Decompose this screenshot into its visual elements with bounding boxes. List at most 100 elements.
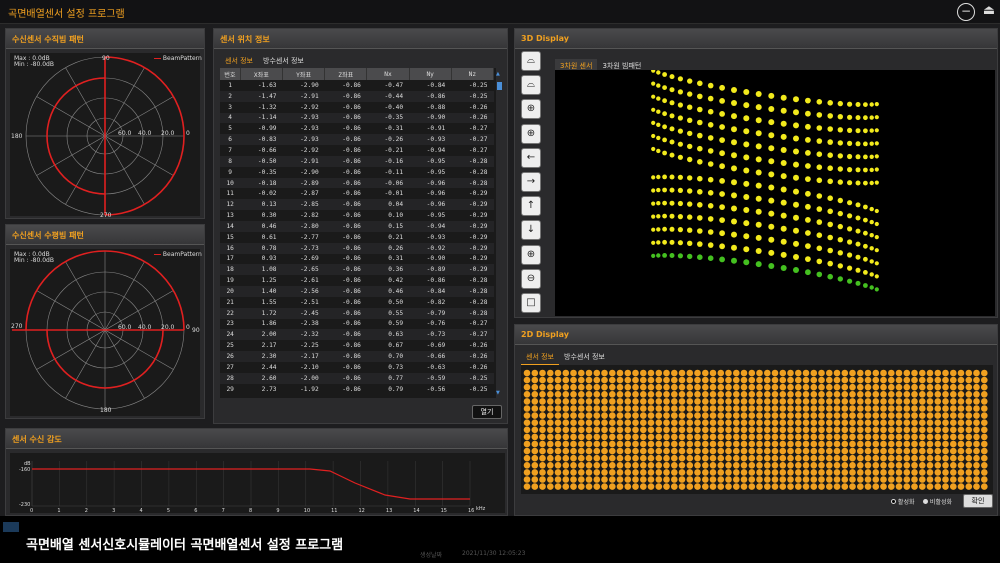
sensor-cell[interactable] — [539, 462, 546, 469]
table-row[interactable]: 8 -0.50 -2.91 -0.86 -0.16 -0.95 -0.28 — [220, 155, 494, 167]
sensor-cell[interactable] — [547, 433, 554, 441]
sensor-cell[interactable] — [903, 476, 911, 483]
sensor-cell[interactable] — [531, 447, 539, 455]
sensor-cell[interactable] — [957, 447, 965, 455]
sensor-cell[interactable] — [554, 398, 562, 405]
sensor-cell[interactable] — [709, 483, 717, 490]
sensor-cell[interactable] — [671, 469, 678, 476]
sensor-cell[interactable] — [523, 391, 531, 398]
sensor-cell[interactable] — [802, 405, 810, 412]
sensor-cell[interactable] — [717, 483, 725, 490]
table-row[interactable]: 23 1.86 -2.38 -0.86 0.59 -0.76 -0.27 — [220, 319, 494, 330]
sensor-cell[interactable] — [725, 469, 732, 476]
sensor-cell[interactable] — [942, 383, 949, 391]
table-row[interactable]: 7 -0.66 -2.92 -0.86 -0.21 -0.94 -0.27 — [220, 145, 494, 156]
sensor-cell[interactable] — [880, 369, 887, 377]
sensor-cell[interactable] — [702, 462, 709, 469]
sensor-cell[interactable] — [981, 419, 988, 426]
sensor-cell[interactable] — [647, 433, 655, 441]
sensor-cell[interactable] — [872, 426, 880, 434]
3d-sensor-view[interactable] — [555, 70, 995, 316]
table-row[interactable]: 19 1.25 -2.61 -0.86 0.42 -0.86 -0.28 — [220, 275, 494, 286]
sensor-cell[interactable] — [702, 476, 709, 483]
sensor-cell[interactable] — [740, 391, 748, 398]
sensor-cell[interactable] — [663, 376, 670, 384]
sensor-cell[interactable] — [694, 483, 701, 490]
column-header[interactable]: X좌표 — [240, 68, 284, 80]
sensor-cell[interactable] — [624, 447, 632, 455]
sensor-cell[interactable] — [523, 419, 531, 426]
sensor-cell[interactable] — [981, 462, 988, 469]
sensor-cell[interactable] — [880, 440, 887, 448]
sensor-cell[interactable] — [818, 433, 825, 441]
sensor-cell[interactable] — [678, 376, 686, 384]
sensor-cell[interactable] — [624, 454, 632, 462]
sensor-cell[interactable] — [957, 476, 965, 483]
sensor-cell[interactable] — [888, 469, 895, 476]
sensor-cell[interactable] — [547, 369, 554, 377]
sensor-cell[interactable] — [880, 454, 887, 462]
sensor-cell[interactable] — [810, 483, 818, 490]
sensor-cell[interactable] — [981, 433, 988, 441]
sensor-cell[interactable] — [849, 476, 856, 483]
sensor-cell[interactable] — [818, 383, 825, 391]
sensor-cell[interactable] — [678, 469, 686, 476]
sensor-cell[interactable] — [810, 398, 818, 405]
sensor-cell[interactable] — [857, 398, 864, 405]
sensor-cell[interactable] — [756, 426, 763, 434]
sensor-cell[interactable] — [733, 469, 740, 476]
sensor-cell[interactable] — [973, 483, 980, 490]
sensor-cell[interactable] — [562, 469, 570, 476]
sensor-cell[interactable] — [880, 383, 887, 391]
sensor-cell[interactable] — [779, 469, 787, 476]
sensor-cell[interactable] — [903, 433, 911, 441]
sensor-cell[interactable] — [671, 483, 678, 490]
table-row[interactable]: 15 0.61 -2.77 -0.86 0.21 -0.93 -0.29 — [220, 232, 494, 243]
sensor-cell[interactable] — [888, 447, 895, 455]
sensor-cell[interactable] — [554, 433, 562, 441]
sensor-cell[interactable] — [523, 369, 531, 377]
sensor-cell[interactable] — [740, 433, 748, 441]
sensor-cell[interactable] — [841, 383, 849, 391]
sensor-cell[interactable] — [957, 376, 965, 384]
sensor-cell[interactable] — [531, 462, 539, 469]
sensor-cell[interactable] — [554, 469, 562, 476]
sensor-cell[interactable] — [570, 469, 577, 476]
sensor-cell[interactable] — [748, 426, 756, 434]
sensor-cell[interactable] — [795, 483, 802, 490]
sensor-cell[interactable] — [903, 383, 911, 391]
sensor-cell[interactable] — [570, 447, 577, 455]
sensor-cell[interactable] — [911, 469, 918, 476]
sensor-cell[interactable] — [903, 405, 911, 412]
sensor-cell[interactable] — [826, 398, 833, 405]
sensor-cell[interactable] — [632, 469, 639, 476]
sensor-cell[interactable] — [810, 369, 818, 377]
sensor-cell[interactable] — [686, 419, 694, 426]
sensor-cell[interactable] — [585, 440, 593, 448]
sensor-cell[interactable] — [771, 483, 779, 490]
sensor-cell[interactable] — [725, 405, 732, 412]
sensor-cell[interactable] — [934, 476, 942, 483]
sensor-cell[interactable] — [601, 462, 608, 469]
sensor-cell[interactable] — [601, 433, 608, 441]
sensor-cell[interactable] — [771, 412, 779, 419]
sensor-cell[interactable] — [539, 433, 546, 441]
table-row[interactable]: 4 -1.14 -2.93 -0.86 -0.35 -0.90 -0.26 — [220, 112, 494, 124]
table-row[interactable]: 27 2.44 -2.10 -0.86 0.73 -0.63 -0.26 — [220, 362, 494, 373]
sensor-cell[interactable] — [686, 412, 694, 419]
sensor-cell[interactable] — [733, 369, 740, 377]
column-header[interactable]: Nx — [366, 68, 410, 80]
sensor-cell[interactable] — [655, 440, 663, 448]
sensor-cell[interactable] — [802, 398, 810, 405]
sensor-cell[interactable] — [539, 483, 546, 490]
sensor-cell[interactable] — [709, 433, 717, 441]
sensor-cell[interactable] — [965, 405, 973, 412]
sensor-cell[interactable] — [833, 419, 841, 426]
sensor-cell[interactable] — [950, 483, 957, 490]
sensor-cell[interactable] — [973, 426, 980, 434]
sensor-cell[interactable] — [795, 476, 802, 483]
sensor-cell[interactable] — [709, 440, 717, 448]
sensor-cell[interactable] — [771, 419, 779, 426]
sensor-cell[interactable] — [585, 433, 593, 441]
table-row[interactable]: 24 2.00 -2.32 -0.86 0.63 -0.73 -0.27 — [220, 329, 494, 341]
